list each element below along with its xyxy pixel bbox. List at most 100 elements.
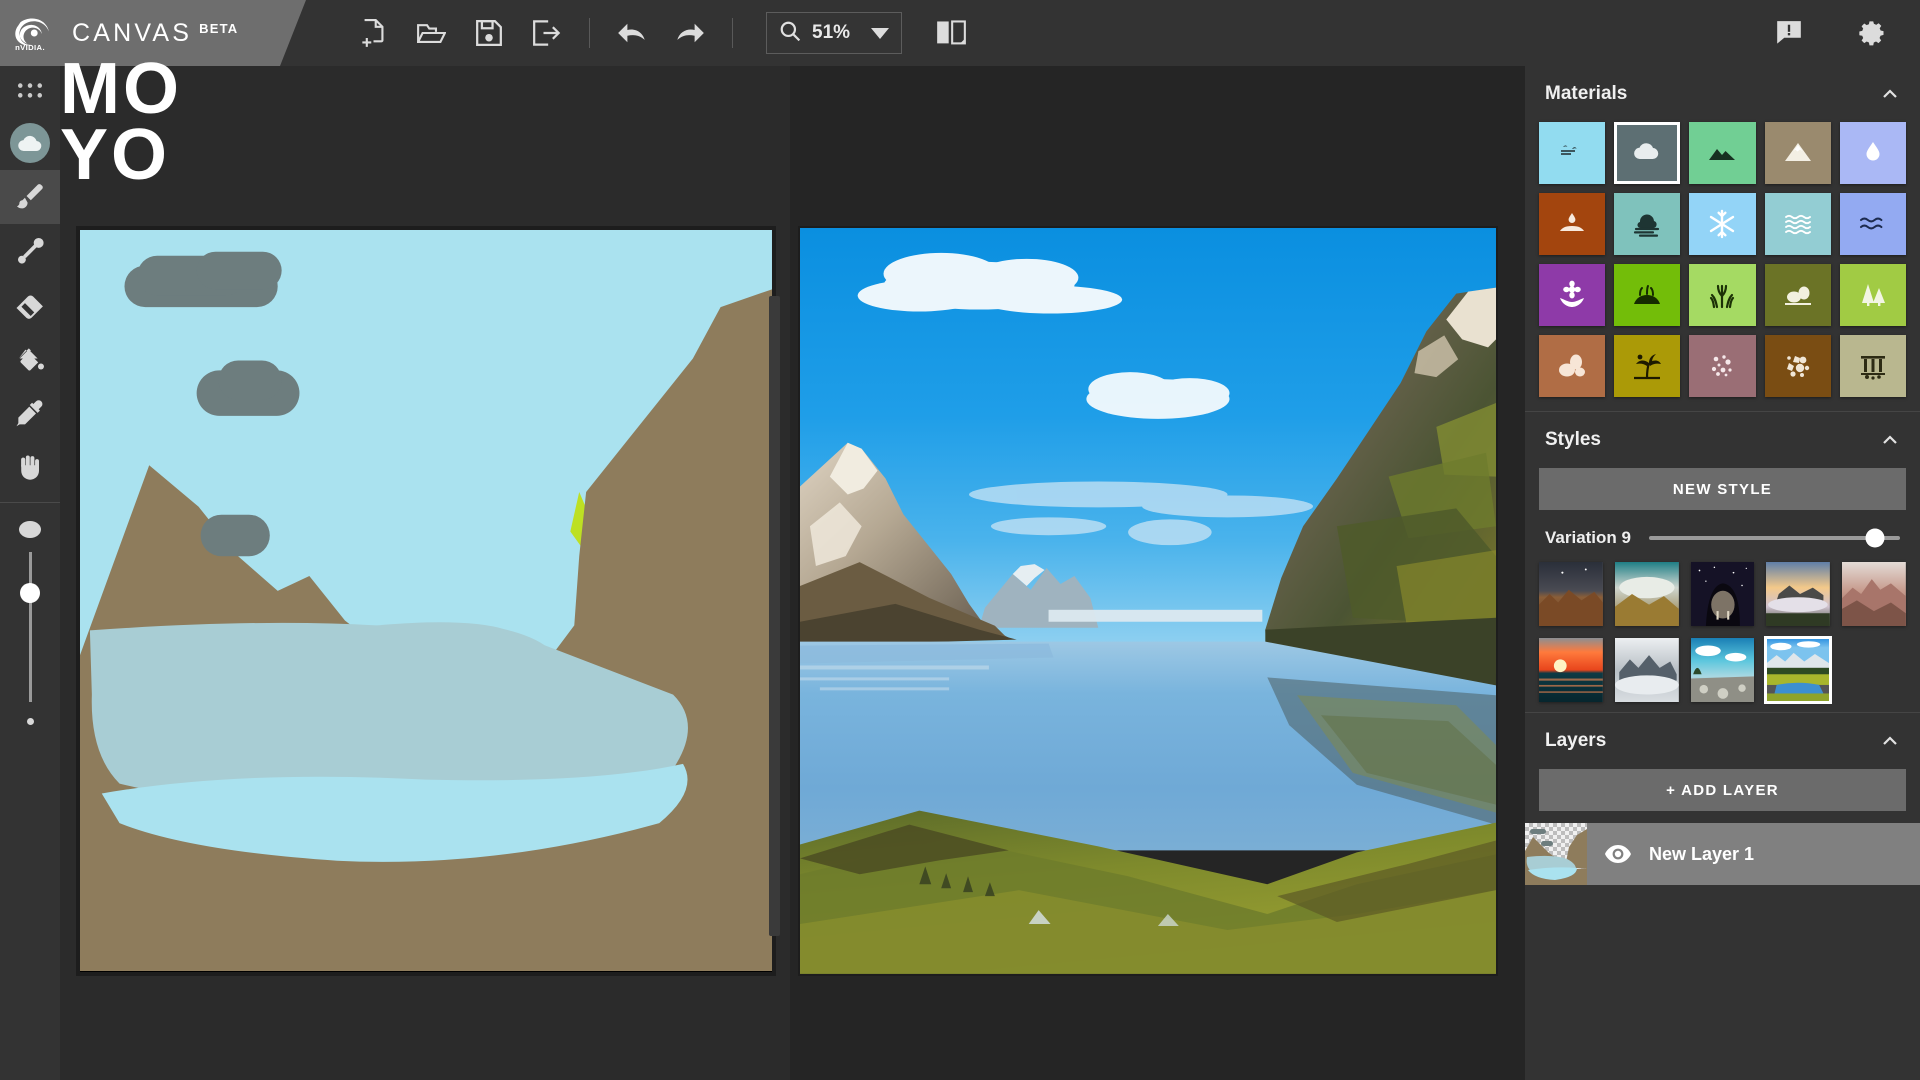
tool-paintbrush[interactable]	[0, 170, 60, 224]
compare-view-button[interactable]	[922, 8, 980, 58]
toolbar-right-actions	[1760, 0, 1902, 66]
small-brush-dot-icon	[26, 718, 34, 725]
brush-size-slider[interactable]	[0, 521, 60, 725]
ruins-icon	[1860, 356, 1885, 380]
layer-name-label: New Layer 1	[1649, 843, 1755, 864]
material-water[interactable]	[1839, 122, 1906, 184]
brush-size-handle[interactable]	[20, 582, 40, 603]
feedback-bubble-icon[interactable]	[1760, 8, 1818, 58]
layer-row-new-layer-1[interactable]: New Layer 1	[1525, 823, 1920, 885]
magnifier-icon	[779, 20, 801, 47]
vertical-scrollbar[interactable]	[769, 296, 780, 936]
material-tree[interactable]	[1839, 264, 1906, 326]
material-mud[interactable]	[1539, 193, 1606, 255]
style-thumb-2[interactable]	[1614, 562, 1679, 626]
beta-badge: BETA	[199, 20, 239, 36]
style-thumb-8[interactable]	[1690, 638, 1755, 702]
material-ruins[interactable]	[1839, 335, 1906, 397]
material-grass[interactable]	[1614, 264, 1681, 326]
material-bush[interactable]	[1764, 264, 1831, 326]
redo-button[interactable]	[661, 8, 719, 58]
materials-section-header[interactable]: Materials	[1525, 66, 1920, 122]
add-layer-button[interactable]: + ADD LAYER	[1539, 769, 1906, 811]
variation-slider-handle[interactable]	[1865, 528, 1885, 548]
material-fog[interactable]	[1614, 193, 1681, 255]
variation-slider-track[interactable]	[1648, 528, 1900, 548]
material-straw[interactable]	[1689, 264, 1756, 326]
dirt-clump-icon	[1786, 356, 1809, 377]
cloud-icon	[10, 123, 50, 163]
variation-control: Variation 9	[1525, 522, 1920, 562]
watermark-line-1: MO	[60, 49, 182, 129]
layer-thumbnail	[1525, 823, 1587, 885]
segmentation-sketch[interactable]	[76, 226, 776, 976]
tool-fill[interactable]	[0, 332, 60, 386]
eye-icon[interactable]	[1587, 845, 1649, 863]
new-file-button[interactable]	[344, 8, 402, 58]
material-sky[interactable]	[1539, 122, 1606, 184]
material-clouds[interactable]	[1614, 122, 1681, 184]
material-dirt[interactable]	[1764, 335, 1831, 397]
style-thumb-4[interactable]	[1766, 562, 1831, 626]
waves-white-icon	[1784, 214, 1811, 235]
waterdrop-icon	[1866, 142, 1880, 161]
tool-pan[interactable]	[0, 440, 60, 494]
style-thumb-9[interactable]	[1764, 636, 1833, 704]
layers-title: Layers	[1545, 730, 1607, 751]
bush-icon	[1784, 286, 1811, 305]
waves-dark-icon	[1859, 217, 1883, 230]
layers-section-header[interactable]: Layers	[1525, 713, 1920, 769]
chevron-up-icon[interactable]	[1880, 731, 1900, 751]
open-file-button[interactable]	[402, 8, 460, 58]
styles-section-header[interactable]: Styles	[1525, 412, 1920, 468]
reeds-icon	[1710, 284, 1735, 309]
style-thumb-7[interactable]	[1614, 638, 1679, 702]
material-mountain[interactable]	[1764, 122, 1831, 184]
left-tool-rail	[0, 66, 60, 1080]
app-brand: nVIDIA. CANVAS BETA	[0, 0, 306, 66]
pine-trees-icon	[1861, 284, 1885, 306]
render-pane	[790, 66, 1525, 1080]
current-material-swatch[interactable]	[0, 116, 60, 170]
material-sand[interactable]	[1614, 335, 1681, 397]
new-style-button[interactable]: NEW STYLE	[1539, 468, 1906, 510]
export-button[interactable]	[518, 8, 576, 58]
birds-sky-icon	[1561, 145, 1577, 155]
material-snow[interactable]	[1689, 193, 1756, 255]
tool-eyedropper[interactable]	[0, 386, 60, 440]
material-snow-dust[interactable]	[1689, 335, 1756, 397]
mountain-icon	[1784, 143, 1811, 161]
material-rock[interactable]	[1539, 335, 1606, 397]
tool-line[interactable]	[0, 224, 60, 278]
save-button[interactable]	[460, 8, 518, 58]
style-thumb-5[interactable]	[1842, 562, 1906, 626]
brush-size-track[interactable]	[20, 552, 40, 702]
canvas-workspace: MO YO	[60, 53, 1525, 1080]
caret-down-icon[interactable]	[871, 27, 889, 39]
flower-icon	[1560, 280, 1585, 307]
chevron-up-icon[interactable]	[1880, 84, 1900, 104]
zoom-control[interactable]: 51%	[766, 12, 902, 54]
ai-rendered-output[interactable]	[798, 226, 1498, 976]
sketch-pane: MO YO	[60, 53, 790, 1080]
material-hill[interactable]	[1689, 122, 1756, 184]
style-thumb-1[interactable]	[1539, 562, 1603, 626]
grid-dots-icon[interactable]	[0, 66, 60, 116]
snowflake-icon	[1710, 209, 1735, 239]
palm-beach-icon	[1634, 354, 1662, 380]
materials-grid	[1525, 122, 1920, 411]
material-sea[interactable]	[1764, 193, 1831, 255]
undo-button[interactable]	[603, 8, 661, 58]
style-thumb-3[interactable]	[1690, 562, 1755, 626]
gear-icon[interactable]	[1844, 8, 1902, 58]
snow-dust-icon	[1712, 355, 1733, 377]
material-river[interactable]	[1839, 193, 1906, 255]
material-flowers[interactable]	[1539, 264, 1606, 326]
tool-eraser[interactable]	[0, 278, 60, 332]
style-thumb-6[interactable]	[1539, 638, 1603, 702]
cloud-icon	[1634, 143, 1659, 160]
watermark-line-2: YO	[60, 115, 171, 196]
zoom-value: 51%	[812, 22, 851, 43]
chevron-up-icon[interactable]	[1880, 430, 1900, 450]
rocks-icon	[1559, 354, 1586, 377]
